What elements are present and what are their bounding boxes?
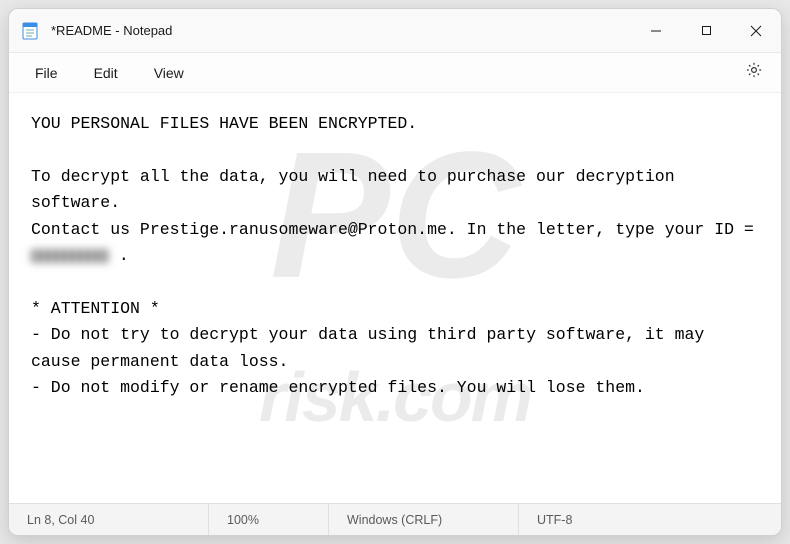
close-button[interactable] bbox=[731, 9, 781, 52]
menu-file[interactable]: File bbox=[17, 59, 76, 87]
minimize-button[interactable] bbox=[631, 9, 681, 52]
status-line-ending[interactable]: Windows (CRLF) bbox=[329, 504, 519, 535]
watermark-icon: PC bbox=[259, 144, 531, 288]
doc-line: - Do not try to decrypt your data using … bbox=[31, 325, 714, 370]
status-encoding[interactable]: UTF-8 bbox=[519, 504, 781, 535]
menu-edit[interactable]: Edit bbox=[76, 59, 136, 87]
titlebar: *README - Notepad bbox=[9, 9, 781, 53]
notepad-app-icon bbox=[21, 22, 39, 40]
window-title: *README - Notepad bbox=[51, 23, 631, 38]
text-editor-area[interactable]: YOU PERSONAL FILES HAVE BEEN ENCRYPTED. … bbox=[9, 93, 781, 503]
window-controls bbox=[631, 9, 781, 52]
watermark: PC risk.com bbox=[259, 93, 531, 503]
doc-line: * ATTENTION * bbox=[31, 299, 160, 318]
status-cursor-position: Ln 8, Col 40 bbox=[9, 504, 209, 535]
doc-line: . bbox=[109, 246, 129, 265]
redacted-id bbox=[31, 249, 109, 263]
statusbar: Ln 8, Col 40 100% Windows (CRLF) UTF-8 bbox=[9, 503, 781, 535]
doc-line: - Do not modify or rename encrypted file… bbox=[31, 378, 645, 397]
doc-line: YOU PERSONAL FILES HAVE BEEN ENCRYPTED. bbox=[31, 114, 417, 133]
gear-icon bbox=[745, 61, 763, 84]
settings-button[interactable] bbox=[735, 55, 773, 90]
status-zoom[interactable]: 100% bbox=[209, 504, 329, 535]
menu-view[interactable]: View bbox=[136, 59, 202, 87]
doc-line: To decrypt all the data, you will need t… bbox=[31, 167, 685, 212]
notepad-window: *README - Notepad File Edit View bbox=[8, 8, 782, 536]
menubar: File Edit View bbox=[9, 53, 781, 93]
doc-line: Contact us Prestige.ranusomeware@Proton.… bbox=[31, 220, 764, 239]
maximize-button[interactable] bbox=[681, 9, 731, 52]
